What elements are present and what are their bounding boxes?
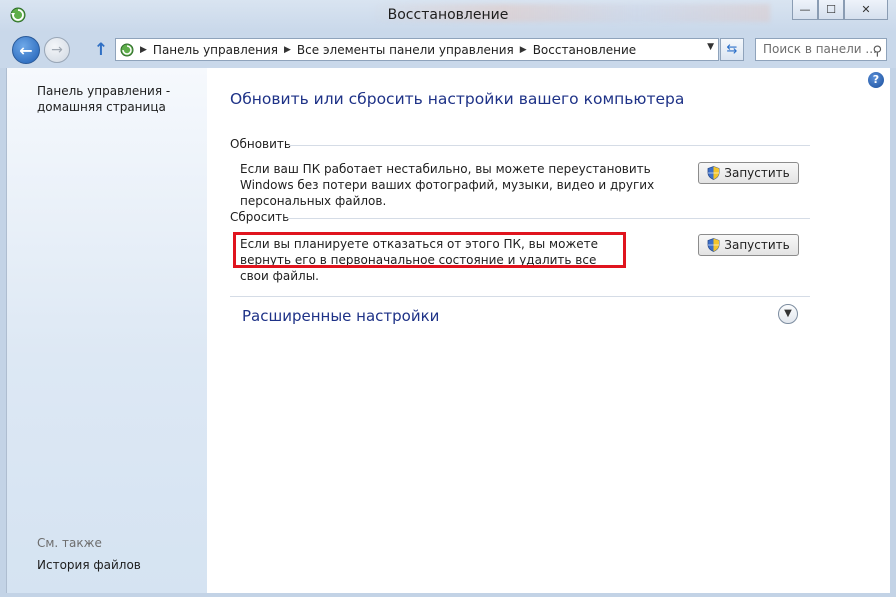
help-icon[interactable]: ? — [868, 72, 884, 88]
chevron-right-icon[interactable]: ▶ — [284, 45, 291, 55]
refresh-start-label: Запустить — [724, 166, 790, 180]
refresh-icon: ⇆ — [726, 42, 738, 57]
chevron-right-icon[interactable]: ▶ — [520, 45, 527, 55]
minimize-button[interactable]: — — [792, 0, 818, 20]
uac-shield-icon — [707, 238, 720, 252]
window-controls: — ☐ ✕ — [792, 0, 888, 20]
refresh-start-button[interactable]: Запустить — [698, 162, 799, 184]
window-title: Восстановление — [387, 7, 509, 23]
up-arrow-icon: ↑ — [93, 40, 109, 60]
highlight-box — [233, 232, 626, 268]
close-button[interactable]: ✕ — [844, 0, 888, 20]
search-placeholder: Поиск в панели ... — [763, 42, 877, 56]
title-bar: Восстановление — ☐ ✕ — [0, 0, 896, 32]
search-input[interactable]: Поиск в панели ... ⚲ — [755, 38, 887, 61]
chevron-right-icon[interactable]: ▶ — [140, 45, 147, 55]
forward-button[interactable]: → — [44, 37, 70, 63]
back-arrow-icon: ← — [19, 40, 33, 60]
section-divider — [287, 218, 810, 219]
page-title: Обновить или сбросить настройки вашего к… — [230, 90, 685, 108]
maximize-button[interactable]: ☐ — [818, 0, 844, 20]
expand-chevron-icon[interactable]: ▼ — [778, 304, 798, 324]
reset-start-label: Запустить — [724, 238, 790, 252]
search-icon: ⚲ — [872, 44, 882, 59]
control-panel-home-link[interactable]: Панель управления - домашняя страница — [37, 83, 202, 115]
reset-heading: Сбросить — [230, 210, 290, 224]
file-history-link[interactable]: История файлов — [37, 558, 141, 572]
address-dropdown-icon[interactable]: ▼ — [707, 42, 714, 52]
uac-shield-icon — [707, 166, 720, 180]
breadcrumb-control-panel[interactable]: Панель управления — [153, 43, 278, 57]
breadcrumb-recovery[interactable]: Восстановление — [533, 43, 636, 57]
back-button[interactable]: ← — [12, 36, 40, 64]
navigation-bar: ← → ↑ ▶ Панель управления ▶ Все элементы… — [0, 32, 896, 68]
see-also-heading: См. также — [37, 536, 102, 550]
advanced-divider — [230, 296, 810, 297]
address-bar[interactable]: ▶ Панель управления ▶ Все элементы панел… — [115, 38, 719, 61]
refresh-button[interactable]: ⇆ — [720, 38, 744, 61]
up-button[interactable]: ↑ — [93, 40, 109, 60]
forward-arrow-icon: → — [51, 42, 63, 58]
breadcrumb-all-items[interactable]: Все элементы панели управления — [297, 43, 514, 57]
reset-start-button[interactable]: Запустить — [698, 234, 799, 256]
refresh-heading: Обновить — [230, 137, 291, 151]
main-content: ? Обновить или сбросить настройки вашего… — [207, 68, 890, 593]
advanced-settings-link[interactable]: Расширенные настройки — [242, 307, 439, 325]
refresh-description: Если ваш ПК работает нестабильно, вы мож… — [240, 162, 655, 208]
sidebar: Панель управления - домашняя страница См… — [6, 68, 207, 593]
control-panel-icon — [120, 43, 134, 56]
section-divider — [289, 145, 810, 146]
